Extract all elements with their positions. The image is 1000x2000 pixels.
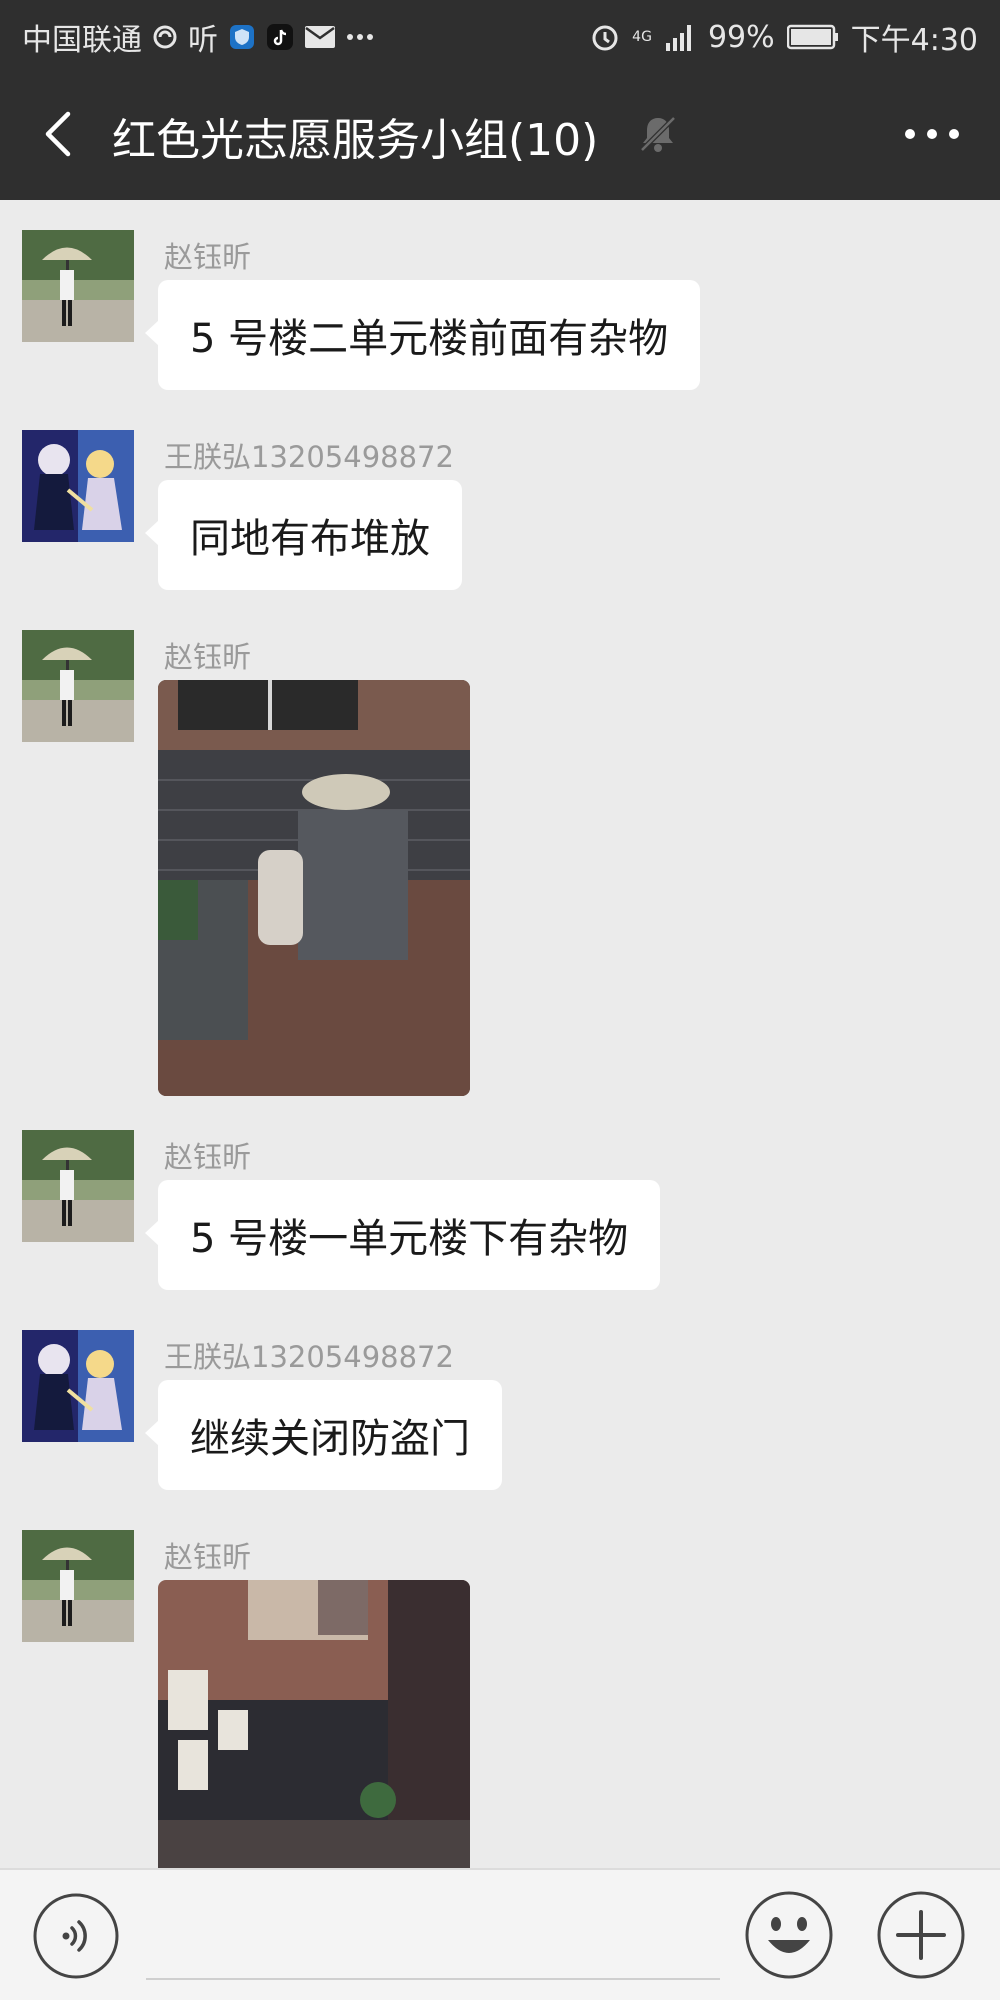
sender-name: 王朕弘13205498872 [164,440,454,474]
avatar[interactable] [22,1130,134,1242]
avatar[interactable] [22,630,134,742]
message-item: 赵钰昕 5 号楼一单元楼下有杂物 [0,1100,1000,1300]
sender-name: 赵钰昕 [164,1140,252,1174]
avatar-umbrella-image [22,630,134,742]
mail-icon [304,25,336,49]
more-options-button[interactable] [900,108,964,160]
sender-name: 王朕弘13205498872 [164,1340,454,1374]
shield-icon [228,23,256,51]
avatar[interactable] [22,430,134,542]
photo-debris-image [158,680,470,1096]
sender-name: 赵钰昕 [164,640,252,674]
message-bubble[interactable]: 继续关闭防盗门 [145,1380,502,1490]
bell-muted-icon [636,112,680,156]
sender-name: 赵钰昕 [164,240,252,274]
message-list[interactable]: 赵钰昕 5 号楼二单元楼前面有杂物 王朕弘13205498872 同地有布堆放 [0,200,1000,1868]
message-item: 赵钰昕 [0,1500,1000,1868]
photo-message[interactable] [158,680,470,1096]
avatar-anime-image [22,1330,134,1442]
voice-button[interactable] [32,1892,120,1980]
input-bar [0,1868,1000,2000]
message-bubble[interactable]: 5 号楼一单元楼下有杂物 [144,1180,661,1290]
avatar-umbrella-image [22,230,134,342]
battery-percent: 99% [707,19,775,55]
network-type-label: 4G [632,29,652,45]
message-bubble[interactable]: 5 号楼二单元楼前面有杂物 [144,280,701,390]
avatar[interactable] [22,1530,134,1642]
avatar-anime-image [22,430,134,542]
swirl-icon [152,24,178,50]
listen-app-label: 听 [188,23,218,58]
chat-title: 红色光志愿服务小组(10) [112,115,599,166]
photo-message[interactable] [158,1580,470,1868]
message-item: 赵钰昕 5 号楼二单元楼前面有杂物 [0,200,1000,400]
chevron-left-icon [45,111,71,157]
emoji-button[interactable] [744,1890,834,1980]
message-item: 赵钰昕 [0,600,1000,1100]
status-bar: 中国联通 听 4G 99% 下午4:30 [0,0,1000,68]
tiktok-icon [266,23,294,51]
avatar[interactable] [22,1330,134,1442]
plus-button[interactable] [876,1890,966,1980]
message-item: 王朕弘13205498872 继续关闭防盗门 [0,1300,1000,1500]
plus-icon [877,1891,965,1979]
sender-name: 赵钰昕 [164,1540,252,1574]
avatar[interactable] [22,230,134,342]
avatar-umbrella-image [22,1530,134,1642]
signal-icon [664,23,696,51]
carrier-label: 中国联通 [22,23,142,58]
voice-icon [33,1893,119,1979]
avatar-umbrella-image [22,1130,134,1242]
back-button[interactable] [32,106,88,162]
clock-time: 下午4:30 [850,23,978,58]
smiley-icon [745,1891,833,1979]
message-input[interactable] [146,1978,720,1980]
alarm-icon [590,22,620,52]
message-bubble[interactable]: 同地有布堆放 [145,480,462,590]
battery-icon [786,24,839,50]
more-dots-icon [905,129,959,139]
chat-header: 红色光志愿服务小组(10) [0,68,1000,200]
more-notifications-icon [346,32,374,42]
photo-building-image [158,1580,470,1868]
message-item: 王朕弘13205498872 同地有布堆放 [0,400,1000,600]
